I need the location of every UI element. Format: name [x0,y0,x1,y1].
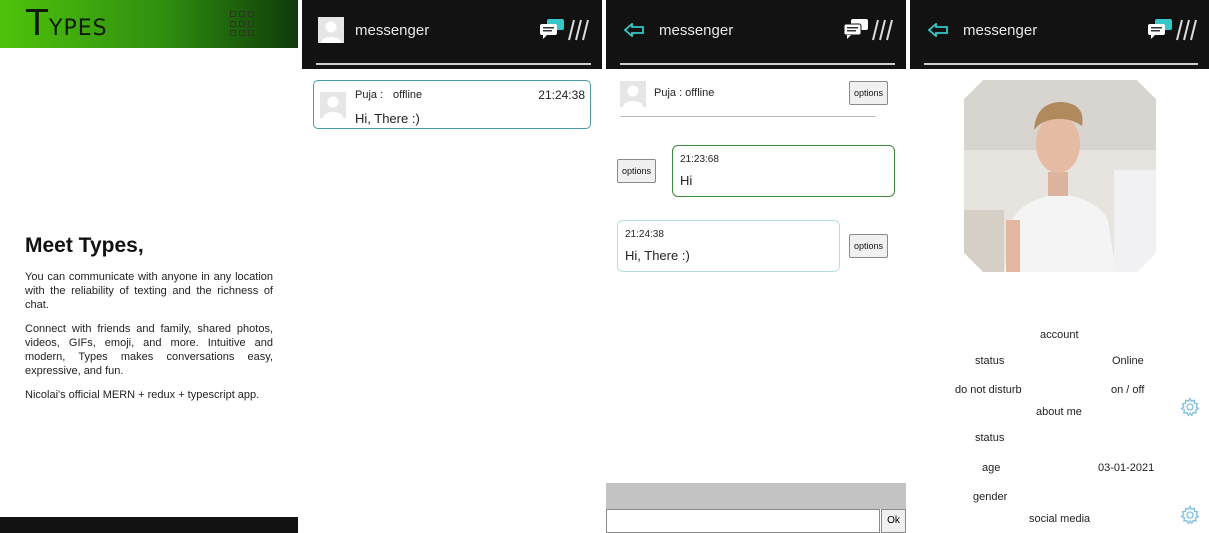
intro-paragraph: Nicolai's official MERN + redux + typesc… [25,389,260,401]
message-time: 21:23:68 [680,154,719,165]
message-bubble-received: 21:24:38 Hi, There :) [617,220,840,272]
send-button[interactable]: Ok [881,509,906,533]
account-label: account [1040,329,1079,341]
intro-section: Meet Types, You can communicate with any… [25,234,273,412]
age-value[interactable]: 03-01-2021 [1098,462,1154,474]
chat-divider [620,116,876,117]
grid-icon[interactable] [230,11,256,37]
header-title: messenger [355,22,430,39]
about-status-label: status [975,432,1005,444]
header: messenger [910,0,1209,69]
header-divider [316,63,591,65]
message-bubble-sent: 21:23:68 Hi [672,145,895,197]
app-logo[interactable]: TYPES [26,4,108,49]
status-label: status [975,355,1005,367]
triple-slash-icon[interactable] [568,18,592,47]
brand-bar: TYPES [0,0,298,48]
dnd-toggle[interactable]: on / off [1111,384,1144,396]
gender-label: gender [973,491,1008,503]
header-divider [620,63,895,65]
footer-bar [0,517,298,533]
gear-icon[interactable] [1180,397,1200,422]
header: messenger [606,0,906,69]
header-title: messenger [963,22,1038,39]
contact-status-label: Puja : offline [654,87,715,99]
chat-bubbles-icon[interactable] [843,18,869,45]
message-time: 21:24:38 [625,229,664,240]
status-value[interactable]: Online [1112,355,1144,367]
profile-panel: messenger account status Online do not d… [910,0,1209,533]
intro-paragraph: Connect with friends and family, shared … [25,323,273,377]
about-me-label: about me [1036,406,1082,418]
back-arrow-icon[interactable] [623,22,644,42]
header-divider [924,63,1198,65]
user-avatar[interactable] [318,17,344,43]
contact-avatar [620,81,646,107]
intro-heading: Meet Types, [25,234,144,257]
gear-icon[interactable] [1180,505,1200,530]
chat-panel: messenger Puja : offline options options… [606,0,906,533]
message-options-button[interactable]: options [617,159,657,183]
composer-bar [606,483,906,509]
contact-options-button[interactable]: options [849,81,889,105]
header: messenger [302,0,602,69]
message-options-button[interactable]: options [849,234,889,258]
chat-bubbles-icon[interactable] [1147,18,1173,45]
contact-name: Puja : [355,89,384,101]
contact-avatar [320,92,346,118]
age-label: age [982,462,1001,474]
landing-panel: TYPES Meet Types, You can communicate wi… [0,0,298,533]
triple-slash-icon[interactable] [872,18,896,47]
triple-slash-icon[interactable] [1176,18,1200,47]
social-media-label: social media [1029,513,1091,525]
contact-status: offline [393,89,423,101]
back-arrow-icon[interactable] [927,22,948,42]
header-title: messenger [659,22,734,39]
profile-photo[interactable] [964,80,1156,272]
dnd-label: do not disturb [955,384,1022,396]
conversation-list-panel: messenger Puja : offline 21:24:38 Hi, Th… [302,0,602,533]
chat-bubbles-icon[interactable] [539,18,565,45]
message-preview: Hi, There :) [355,111,420,126]
message-text: Hi, There :) [625,248,690,263]
message-text: Hi [680,173,693,188]
message-time: 21:24:38 [538,88,585,102]
intro-paragraph: You can communicate with anyone in any l… [25,271,273,311]
conversation-item[interactable]: Puja : offline 21:24:38 Hi, There :) [313,80,591,129]
message-input[interactable] [606,509,880,533]
